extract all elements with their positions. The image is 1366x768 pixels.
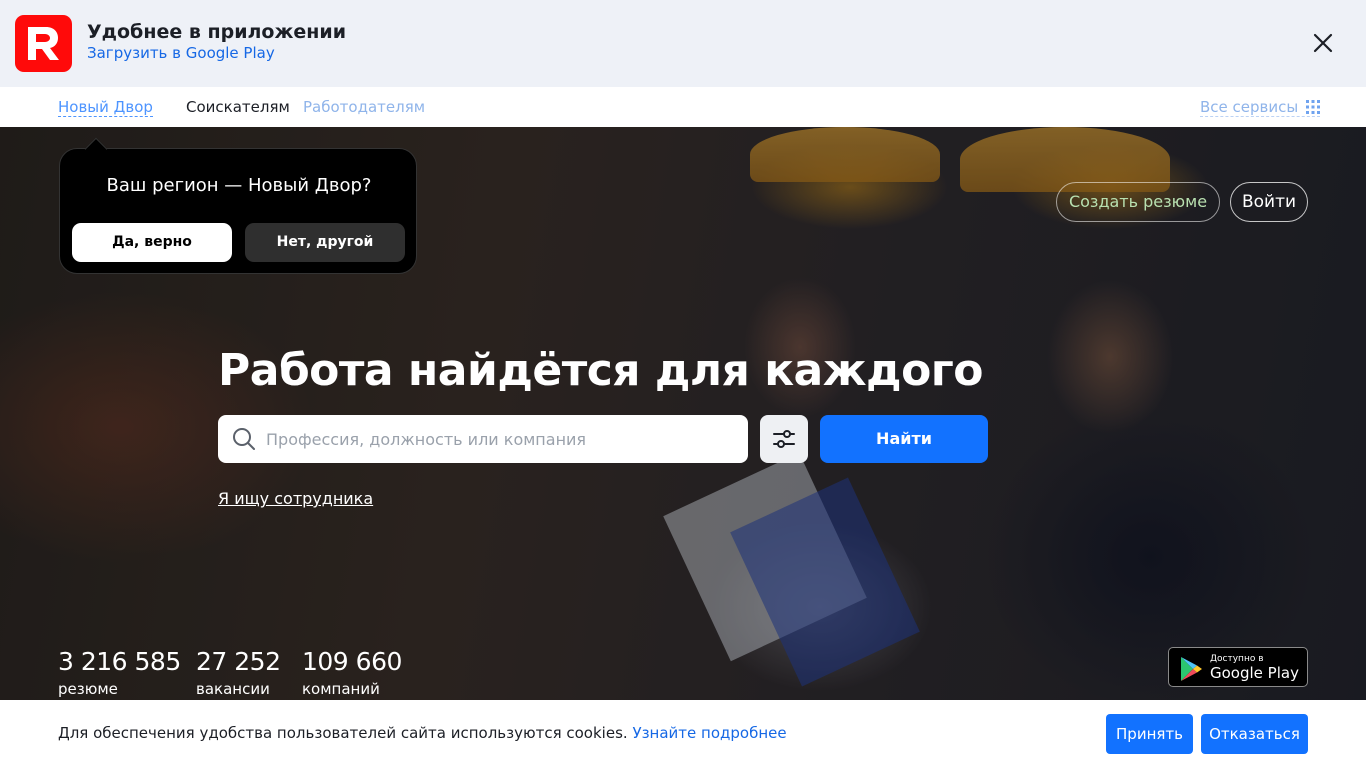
- all-services-label: Все сервисы: [1200, 98, 1299, 116]
- filters-button[interactable]: [760, 415, 808, 463]
- nav-seekers-link[interactable]: Соискателям: [186, 98, 290, 116]
- app-banner-title: Удобнее в приложении: [87, 21, 347, 43]
- region-confirm-popup: Ваш регион — Новый Двор? Да, верно Нет, …: [59, 137, 417, 274]
- cookie-more-link[interactable]: Узнайте подробнее: [632, 724, 786, 742]
- top-navigation: Новый Двор Соискателям Работодателям Все…: [0, 87, 1366, 127]
- sliders-icon: [773, 430, 795, 448]
- badge-small-text: Доступно в: [1210, 654, 1264, 664]
- stat-label: компаний: [302, 680, 380, 698]
- region-selector[interactable]: Новый Двор: [58, 98, 153, 117]
- close-banner-button[interactable]: [1308, 28, 1338, 58]
- cookie-message: Для обеспечения удобства пользователей с…: [58, 724, 787, 742]
- close-icon: [1313, 33, 1333, 53]
- r-logo-icon: [28, 27, 59, 60]
- nav-employers-link[interactable]: Работодателям: [303, 98, 425, 116]
- stat-label: вакансии: [196, 680, 270, 698]
- region-no-button[interactable]: Нет, другой: [245, 223, 405, 262]
- cookie-text: Для обеспечения удобства пользователей с…: [58, 724, 628, 742]
- search-input[interactable]: [266, 415, 736, 463]
- create-resume-button[interactable]: Создать резюме: [1056, 182, 1220, 222]
- cookie-banner: Для обеспечения удобства пользователей с…: [0, 700, 1366, 768]
- region-question: Ваш регион — Новый Двор?: [106, 175, 372, 196]
- search-box: [218, 415, 748, 463]
- stat-label: резюме: [58, 680, 118, 698]
- stat-value: 3 216 585: [58, 647, 181, 676]
- decline-cookies-button[interactable]: Отказаться: [1201, 714, 1308, 754]
- all-services-link[interactable]: Все сервисы: [1200, 98, 1321, 117]
- employer-search-link[interactable]: Я ищу сотрудника: [218, 489, 373, 508]
- google-play-link[interactable]: Загрузить в Google Play: [87, 44, 275, 62]
- stat-companies: 109 660 компаний: [302, 647, 402, 699]
- app-logo: [15, 15, 72, 72]
- search-icon: [233, 428, 255, 450]
- stat-value: 109 660: [302, 647, 402, 676]
- stat-vacancies: 27 252 вакансии: [196, 647, 281, 699]
- google-play-icon: [1181, 657, 1202, 681]
- region-yes-button[interactable]: Да, верно: [72, 223, 232, 262]
- google-play-badge[interactable]: Доступно в Google Play: [1168, 647, 1308, 687]
- badge-big-text: Google Play: [1210, 664, 1299, 682]
- accept-cookies-button[interactable]: Принять: [1106, 714, 1193, 754]
- hero-headline: Работа найдётся для каждого: [218, 345, 984, 396]
- stat-value: 27 252: [196, 647, 281, 676]
- app-install-banner: Удобнее в приложении Загрузить в Google …: [0, 0, 1366, 87]
- find-button[interactable]: Найти: [820, 415, 988, 463]
- stat-resumes: 3 216 585 резюме: [58, 647, 181, 699]
- grid-icon: [1306, 100, 1321, 114]
- login-button[interactable]: Войти: [1230, 182, 1308, 222]
